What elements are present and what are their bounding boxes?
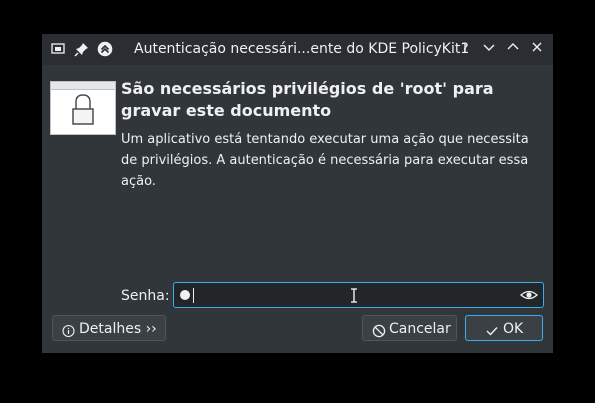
close-icon[interactable] <box>528 40 546 58</box>
maximize-icon[interactable] <box>504 40 522 58</box>
details-button-label: Detalhes ›› <box>79 321 157 337</box>
password-label: Senha: <box>121 288 170 304</box>
details-button[interactable]: Detalhes ›› <box>52 315 166 341</box>
cancel-button-label: Cancelar <box>389 321 451 337</box>
dialog-description: Um aplicativo está tentando executar uma… <box>121 132 529 189</box>
minimize-icon[interactable] <box>480 40 498 58</box>
cancel-icon <box>372 321 386 347</box>
lock-icon <box>50 81 116 135</box>
ibeam-cursor-icon <box>350 288 358 307</box>
password-mask-dot <box>180 290 190 300</box>
pin-icon[interactable] <box>74 41 90 57</box>
auth-dialog-window: Autenticação necessári...ente do KDE Pol… <box>42 34 553 353</box>
window-title: Autenticação necessári...ente do KDE Pol… <box>134 41 470 57</box>
password-input[interactable]: • <box>173 282 544 308</box>
keep-above-icon[interactable] <box>97 41 113 57</box>
show-password-icon[interactable] <box>520 287 538 307</box>
ok-button-label: OK <box>503 321 524 337</box>
dialog-heading: São necessários privilégios de 'root' pa… <box>121 79 494 120</box>
info-icon <box>62 321 75 347</box>
ok-button[interactable]: OK <box>465 315 543 341</box>
help-button[interactable]: ? <box>456 40 474 58</box>
checkmark-icon <box>485 321 499 347</box>
window-menu-icon[interactable] <box>50 41 66 57</box>
titlebar: Autenticação necessári...ente do KDE Pol… <box>42 34 553 65</box>
cancel-button[interactable]: Cancelar <box>362 315 457 341</box>
text-caret <box>193 288 194 303</box>
